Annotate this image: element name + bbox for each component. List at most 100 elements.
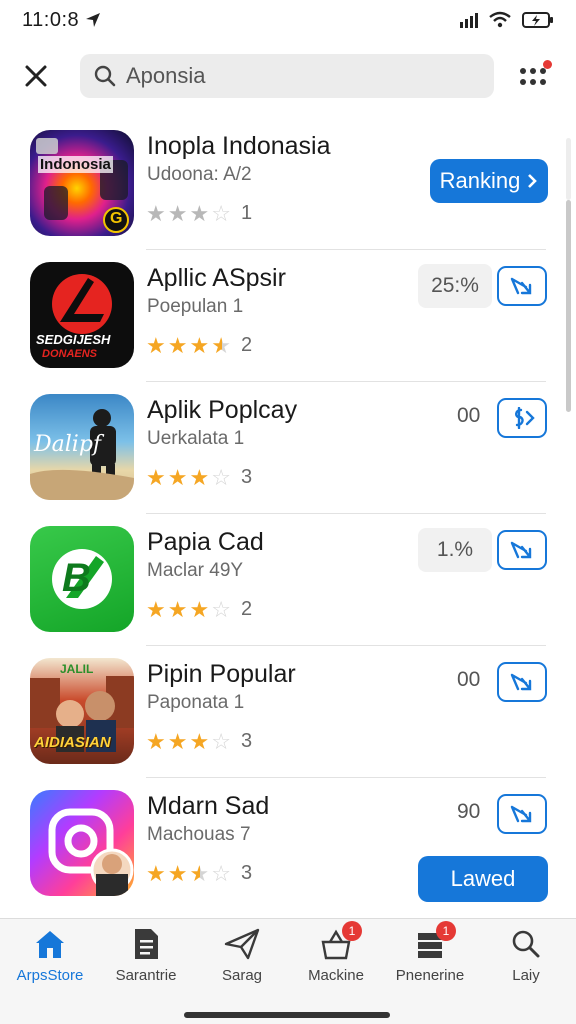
icon-title-text: AIDIASIAN [34, 734, 111, 751]
nav-label: ArpsStore [16, 967, 84, 984]
app-name[interactable]: Apllic ASpsir [147, 264, 286, 293]
app-name[interactable]: Inopla Indonasia [147, 132, 330, 161]
app-subtitle: Machouas 7 [147, 824, 251, 845]
nav-label: Sarantrie [115, 967, 177, 984]
app-icon-aplik[interactable]: Dalipf [30, 394, 134, 500]
app-list: Indonosia G Inopla Indonasia Udoona: A/2… [0, 118, 576, 918]
list-item[interactable]: JALIL AIDIASIAN Pipin Popular Paponata 1… [0, 646, 576, 778]
icon-title-text: SEDGIJESH [36, 332, 111, 347]
rating-count: 3 [240, 862, 253, 884]
action-button[interactable] [497, 266, 547, 306]
star-outline-icon: ☆ [211, 464, 231, 490]
nav-label: Mackine [308, 967, 364, 984]
list-item[interactable]: B Papia Cad Maclar 49Y ★ ★ ★ ☆ 2 1.% [0, 514, 576, 646]
app-name[interactable]: Aplik Poplcay [147, 396, 297, 425]
notification-badge: 1 [436, 921, 456, 941]
star-icon: ★ [167, 332, 188, 358]
list-item[interactable]: SEDGIJESH DONAENS Apllic ASpsir Poepulan… [0, 250, 576, 382]
ranking-button[interactable]: Ranking [430, 159, 548, 203]
icon-title-text: Dalipf [34, 432, 102, 457]
status-time: 11:0:8 [22, 9, 101, 32]
home-indicator[interactable] [184, 1012, 390, 1018]
stat-value: 00 [457, 404, 481, 427]
rating-stars: ★ ★ ★ ★ 2 [146, 334, 252, 357]
star-icon: ★ [146, 728, 166, 754]
icon-title-text: B [62, 556, 91, 600]
signal-icon [460, 12, 478, 28]
location-arrow-icon [86, 13, 101, 27]
arrow-icon [510, 277, 532, 295]
chevron-right-icon [528, 174, 538, 188]
star-icon: ★ [189, 200, 210, 226]
app-icon-papia[interactable]: B [30, 526, 134, 632]
icon-title-text: Indonosia [38, 156, 113, 173]
star-half-icon: ★ [189, 860, 210, 886]
stack-icon: 1 [412, 921, 456, 961]
nav-sarantrie[interactable]: Sarantrie [98, 927, 194, 991]
star-icon: ★ [189, 728, 210, 754]
list-item[interactable]: Dalipf Aplik Poplcay Uerkalata 1 ★ ★ ★ ☆… [0, 382, 576, 514]
app-icon-apllic[interactable]: SEDGIJESH DONAENS [30, 262, 134, 368]
bottom-nav: ArpsStore Sarantrie Sarag 1 Mackine 1 Pn… [0, 918, 576, 1024]
app-icon-inopla[interactable]: Indonosia G [30, 130, 134, 236]
app-subtitle: Udoona: A/2 [147, 164, 252, 185]
price-button[interactable] [497, 398, 547, 438]
stat-badge: 25:% [418, 264, 492, 308]
icon-subtitle-text: DONAENS [42, 348, 98, 360]
grid-dots-icon [520, 68, 546, 85]
search-input[interactable] [126, 63, 466, 89]
app-name[interactable]: Mdarn Sad [147, 792, 269, 821]
search-icon [94, 65, 116, 87]
list-item[interactable]: Indonosia G Inopla Indonasia Udoona: A/2… [0, 118, 576, 250]
rating-stars: ★ ★ ★ ☆ 1 [146, 202, 252, 225]
app-subtitle: Poepulan 1 [147, 296, 244, 317]
nav-sarag[interactable]: Sarag [194, 927, 290, 991]
nav-appstore[interactable]: ArpsStore [2, 927, 98, 991]
bag-icon: 1 [318, 921, 362, 961]
arrow-icon [510, 805, 532, 823]
nav-laiy[interactable]: Laiy [478, 927, 574, 991]
app-name[interactable]: Papia Cad [147, 528, 264, 557]
more-menu-button[interactable] [516, 60, 552, 92]
rating-stars: ★ ★ ★ ☆ 3 [146, 730, 252, 753]
star-icon: ★ [167, 200, 188, 226]
icon-title-text-top: JALIL [60, 662, 94, 676]
lawed-button[interactable]: Lawed [418, 856, 548, 902]
star-icon: ★ [167, 596, 188, 622]
notification-badge: 1 [342, 921, 362, 941]
rating-stars: ★ ★ ★ ☆ 3 [146, 466, 252, 489]
scrollbar-track [566, 138, 571, 200]
nav-label: Sarag [221, 967, 263, 984]
app-name[interactable]: Pipin Popular [147, 660, 296, 689]
search-icon [508, 927, 544, 961]
send-icon [224, 927, 260, 961]
app-icon-mdarn[interactable] [30, 790, 134, 896]
nav-mackine[interactable]: 1 Mackine [288, 921, 384, 991]
search-bar[interactable] [80, 54, 494, 98]
arrow-icon [510, 541, 532, 559]
rating-count: 3 [240, 466, 253, 488]
app-icon-pipin[interactable]: JALIL AIDIASIAN [30, 658, 134, 764]
document-icon [128, 927, 164, 961]
arrow-icon [510, 673, 532, 691]
rating-count: 1 [240, 202, 253, 224]
star-icon: ★ [189, 332, 210, 358]
action-button[interactable] [497, 530, 547, 570]
close-icon [25, 65, 47, 87]
icon-badge-text: G [110, 210, 123, 227]
scrollbar-thumb[interactable] [566, 200, 571, 412]
action-button[interactable] [497, 662, 547, 702]
rating-count: 3 [240, 730, 253, 752]
status-icons [460, 11, 554, 29]
star-icon: ★ [146, 596, 166, 622]
star-outline-icon: ☆ [211, 200, 231, 226]
action-button[interactable] [497, 794, 547, 834]
star-icon: ★ [167, 728, 188, 754]
notification-dot [543, 60, 552, 69]
star-icon: ★ [189, 464, 210, 490]
nav-pnenerine[interactable]: 1 Pnenerine [382, 921, 478, 991]
star-icon: ★ [167, 860, 188, 886]
star-icon: ★ [146, 200, 166, 226]
star-half-icon: ★ [211, 332, 231, 358]
close-button[interactable] [20, 60, 52, 92]
